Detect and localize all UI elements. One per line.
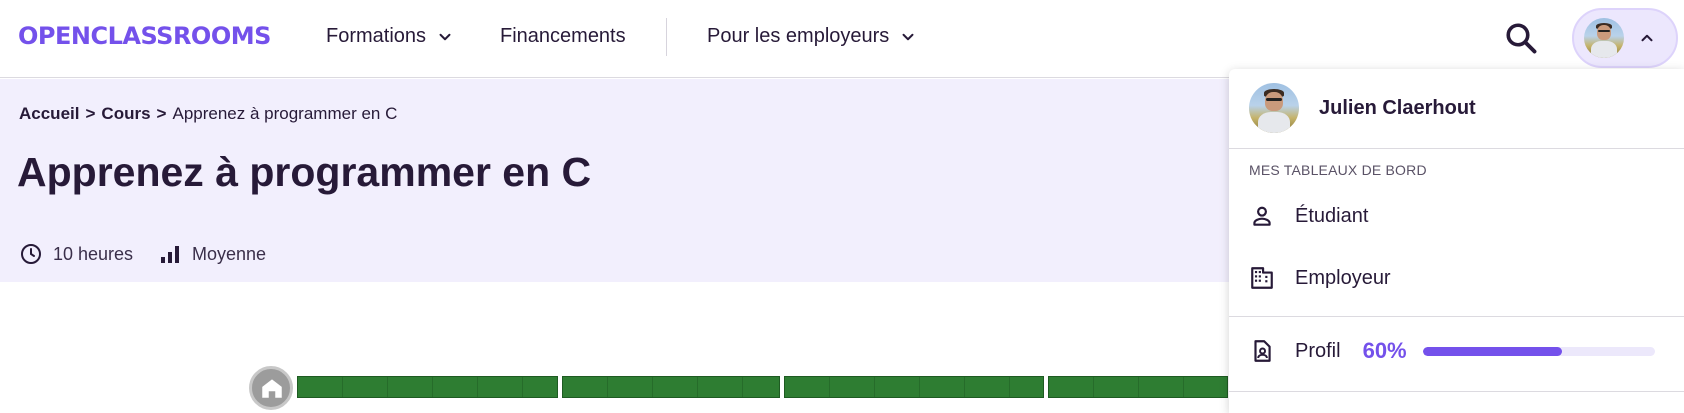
breadcrumb: Accueil > Cours > Apprenez à programmer … bbox=[19, 104, 397, 124]
divider bbox=[1229, 316, 1684, 317]
progress-segment[interactable] bbox=[297, 376, 558, 398]
building-icon bbox=[1251, 267, 1273, 289]
divider bbox=[1229, 391, 1684, 392]
nav-divider bbox=[666, 18, 667, 56]
course-level-text: Moyenne bbox=[192, 243, 267, 264]
menu-item-student-label: Étudiant bbox=[1295, 204, 1369, 227]
nav-formations[interactable]: Formations bbox=[326, 25, 454, 48]
divider bbox=[1229, 148, 1684, 149]
profile-card-icon bbox=[1254, 340, 1271, 362]
course-duration: 10 heures bbox=[19, 242, 133, 266]
nav-employeurs[interactable]: Pour les employeurs bbox=[707, 25, 917, 48]
avatar bbox=[1249, 83, 1299, 133]
search-icon[interactable] bbox=[1503, 20, 1539, 56]
menu-item-employer[interactable]: Employeur bbox=[1249, 265, 1391, 291]
profile-completion-bar-fill bbox=[1422, 346, 1562, 356]
menu-item-student[interactable]: Étudiant bbox=[1249, 203, 1368, 229]
top-navbar: OPENCLASSROOMS Formations Financements P… bbox=[0, 0, 1684, 78]
breadcrumb-separator: > bbox=[156, 104, 167, 123]
course-level: Moyenne bbox=[158, 242, 266, 266]
home-icon bbox=[262, 379, 282, 398]
bar-chart-icon bbox=[161, 246, 179, 263]
page-title: Apprenez à programmer en C bbox=[17, 149, 592, 195]
progress-segment[interactable] bbox=[562, 376, 780, 398]
nav-financements[interactable]: Financements bbox=[500, 25, 626, 48]
person-icon bbox=[1253, 206, 1271, 226]
user-name: Julien Claerhout bbox=[1319, 96, 1476, 119]
breadcrumb-courses[interactable]: Cours bbox=[101, 104, 150, 124]
breadcrumb-separator: > bbox=[85, 104, 96, 123]
breadcrumb-home[interactable]: Accueil bbox=[19, 104, 79, 124]
menu-item-employer-label: Employeur bbox=[1295, 266, 1391, 289]
dashboards-section-title: MES TABLEAUX DE BORD bbox=[1249, 162, 1427, 178]
menu-item-profile-label: Profil bbox=[1295, 339, 1341, 362]
chevron-down-icon bbox=[902, 33, 914, 40]
nav-financements-label: Financements bbox=[500, 25, 626, 47]
course-start-home[interactable] bbox=[249, 366, 293, 410]
openclassrooms-logo[interactable]: OPENCLASSROOMS bbox=[18, 22, 271, 50]
chevron-up-icon bbox=[1641, 34, 1653, 42]
clock-icon bbox=[21, 244, 41, 264]
progress-segment[interactable] bbox=[1048, 376, 1228, 398]
user-dropdown-menu: Julien Claerhout MES TABLEAUX DE BORD Ét… bbox=[1229, 69, 1684, 413]
avatar bbox=[1584, 18, 1624, 58]
user-profile-header[interactable]: Julien Claerhout bbox=[1249, 83, 1476, 133]
profile-completion-percent: 60% bbox=[1362, 338, 1407, 363]
user-menu-button[interactable] bbox=[1572, 8, 1678, 68]
profile-completion-bar bbox=[1422, 346, 1655, 356]
chevron-down-icon bbox=[439, 33, 451, 40]
progress-segment[interactable] bbox=[784, 376, 1044, 398]
course-duration-text: 10 heures bbox=[53, 243, 134, 264]
breadcrumb-current: Apprenez à programmer en C bbox=[172, 104, 398, 123]
nav-formations-label: Formations bbox=[326, 25, 427, 47]
menu-item-profile[interactable]: Profil 60% bbox=[1249, 338, 1655, 364]
nav-employeurs-label: Pour les employeurs bbox=[707, 25, 890, 47]
